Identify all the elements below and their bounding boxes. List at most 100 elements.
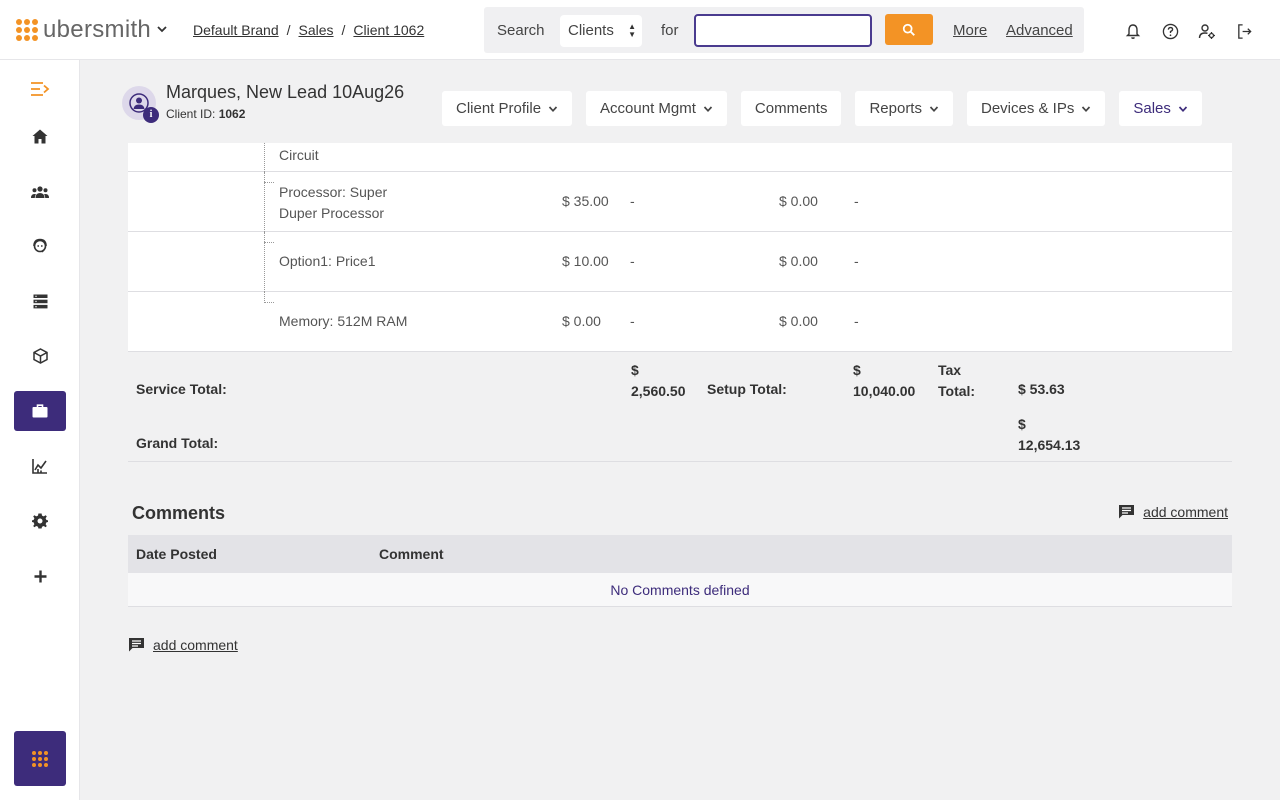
grand-total-label: Grand Total: [136,435,219,451]
tree-connector [264,242,274,243]
tax-total-label: Tax Total: [938,360,975,402]
logo-dots-icon [16,19,38,41]
tab-account-mgmt[interactable]: Account Mgmt [586,91,727,126]
tax-label-line: Total: [938,383,976,399]
apps-grid-icon [32,750,48,767]
sidebar-item-settings[interactable] [14,501,66,541]
tab-label: Client Profile [456,100,542,117]
ubersmith-logo[interactable]: ubersmith [16,18,151,42]
service-total-amount: 2,560.50 [631,383,686,399]
sidebar-item-sales[interactable] [14,391,66,431]
comment-icon [129,638,144,652]
search-scope-select[interactable]: Clients ▲ ▼ [560,15,642,47]
chevron-down-icon [703,105,713,112]
line-item-name-line: Processor: Super [279,184,388,200]
sidebar-item-add[interactable] [14,556,66,596]
breadcrumb-client[interactable]: Client 1062 [353,22,424,38]
advanced-search-link[interactable]: Advanced [1006,22,1073,39]
line-items-table: Circuit Processor: Super Duper Processor … [128,143,1232,462]
home-icon [32,129,48,143]
add-comment-label[interactable]: add comment [153,637,238,653]
tab-devices-ips[interactable]: Devices & IPs [966,91,1106,126]
table-row: Memory: 512M RAM $ 0.00 - $ 0.00 - [128,292,1232,352]
tab-sales[interactable]: Sales [1119,91,1202,126]
add-comment-link-bottom[interactable]: add comment [128,637,238,653]
add-comment-label[interactable]: add comment [1143,504,1228,520]
select-arrows-icon: ▲ ▼ [628,22,636,39]
search-scope-value: Clients [568,22,614,39]
search-input[interactable] [694,14,872,47]
sidebar-item-collapse[interactable] [14,69,66,109]
table-row: Circuit [128,143,1232,172]
chevron-down-icon [1178,105,1188,112]
comments-title: Comments [132,503,226,523]
breadcrumb-default-brand[interactable]: Default Brand [193,22,279,38]
sidebar-item-clients[interactable] [14,172,66,212]
tree-connector [264,143,265,172]
line-item-name: Processor: Super Duper Processor [279,182,387,224]
sidebar-item-products[interactable] [14,336,66,376]
line-item-name: Circuit [279,147,319,163]
line-item-name: Option1: Price1 [279,253,376,269]
line-item-setup: $ 0.00 [779,313,818,329]
client-id: Client ID: 1062 [166,107,245,121]
tax-total-value: $ 53.63 [1018,381,1065,397]
line-item-setup: $ 0.00 [779,193,818,209]
tab-reports[interactable]: Reports [855,91,953,126]
info-icon[interactable]: i [143,107,159,123]
order-totals: Service Total: $2,560.50 Setup Total: $1… [128,352,1232,462]
currency-symbol: $ [853,362,861,378]
sidebar-item-home[interactable] [14,116,66,156]
breadcrumb-sales[interactable]: Sales [299,22,334,38]
logout-icon[interactable] [1234,21,1254,41]
comments-table: Date Posted Comment No Comments defined [128,535,1232,607]
user-settings-icon[interactable] [1197,21,1217,41]
chevron-down-icon[interactable] [156,22,168,36]
setup-total-value: $10,040.00 [853,360,915,402]
line-item-col2: - [630,313,635,329]
line-item-price: $ 10.00 [562,253,609,269]
line-item-price: $ 0.00 [562,313,601,329]
apps-launcher-button[interactable] [14,731,66,786]
sidebar-item-support[interactable] [14,226,66,266]
chart-icon [32,459,47,474]
bell-icon[interactable] [1123,21,1143,41]
help-icon[interactable] [1160,21,1180,41]
grand-total-amount: 12,654.13 [1018,437,1081,453]
line-item-price: $ 35.00 [562,193,609,209]
tree-connector [264,182,274,183]
box-icon [32,348,48,364]
add-comment-link-top[interactable]: add comment [1118,504,1228,520]
support-agent-icon [33,238,47,253]
line-item-name-line: Duper Processor [279,205,385,221]
tab-client-profile[interactable]: Client Profile [442,91,573,126]
line-item-col2: - [630,253,635,269]
top-header: ubersmith Default Brand / Sales / Client… [0,0,1280,60]
client-name: Marques, New Lead 10Aug26 [166,82,405,102]
column-comment[interactable]: Comment [379,546,444,562]
chevron-down-icon [929,105,939,112]
table-row: Option1: Price1 $ 10.00 - $ 0.00 - [128,232,1232,292]
tab-comments[interactable]: Comments [740,91,842,126]
briefcase-icon [32,404,48,418]
comment-icon [1119,505,1135,519]
currency-symbol: $ [1018,416,1026,432]
tab-label: Reports [869,100,922,117]
header-actions [1123,21,1254,41]
search-button[interactable] [885,14,933,45]
sidebar-item-reports[interactable] [14,446,66,486]
breadcrumb-separator: / [341,22,346,38]
line-item-col4: - [854,313,859,329]
search-for-label: for [661,22,679,39]
column-date-posted[interactable]: Date Posted [136,546,217,562]
comments-table-header: Date Posted Comment [128,535,1232,573]
tab-label: Sales [1133,100,1171,117]
sidebar-item-devices[interactable] [14,281,66,321]
more-search-link[interactable]: More [953,22,987,39]
tab-label: Comments [754,100,828,117]
search-icon [902,23,915,36]
tree-connector [264,232,265,292]
menu-collapse-icon [31,82,50,96]
search-label: Search [497,22,545,39]
setup-total-amount: 10,040.00 [853,383,916,399]
